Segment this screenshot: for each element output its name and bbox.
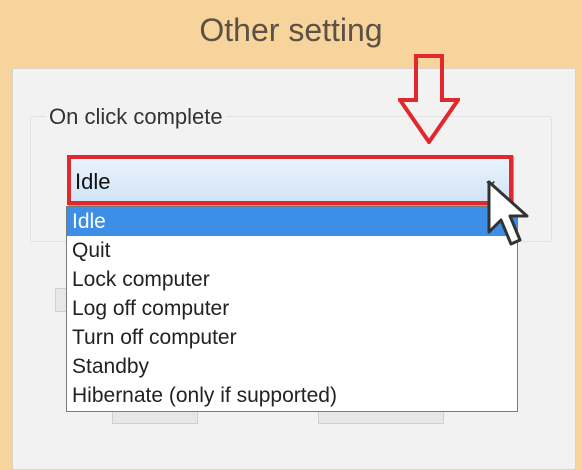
dropdown-option[interactable]: Hibernate (only if supported) (67, 381, 517, 410)
dropdown-option[interactable]: Standby (67, 352, 517, 381)
select-value: Idle (75, 169, 111, 194)
mouse-pointer-icon (487, 180, 529, 246)
red-down-arrow-icon (398, 54, 460, 144)
dropdown-list[interactable]: Idle Quit Lock computer Log off computer… (66, 206, 518, 412)
group-label: On click complete (46, 104, 226, 130)
dropdown-option[interactable]: Quit (67, 236, 517, 265)
dropdown-option[interactable]: Log off computer (67, 294, 517, 323)
dropdown-option[interactable]: Idle (67, 207, 517, 236)
dropdown-option[interactable]: Turn off computer (67, 323, 517, 352)
on-click-complete-select[interactable]: Idle ⌄ (68, 156, 514, 206)
dropdown-option[interactable]: Lock computer (67, 265, 517, 294)
dialog-title: Other setting (199, 12, 383, 48)
